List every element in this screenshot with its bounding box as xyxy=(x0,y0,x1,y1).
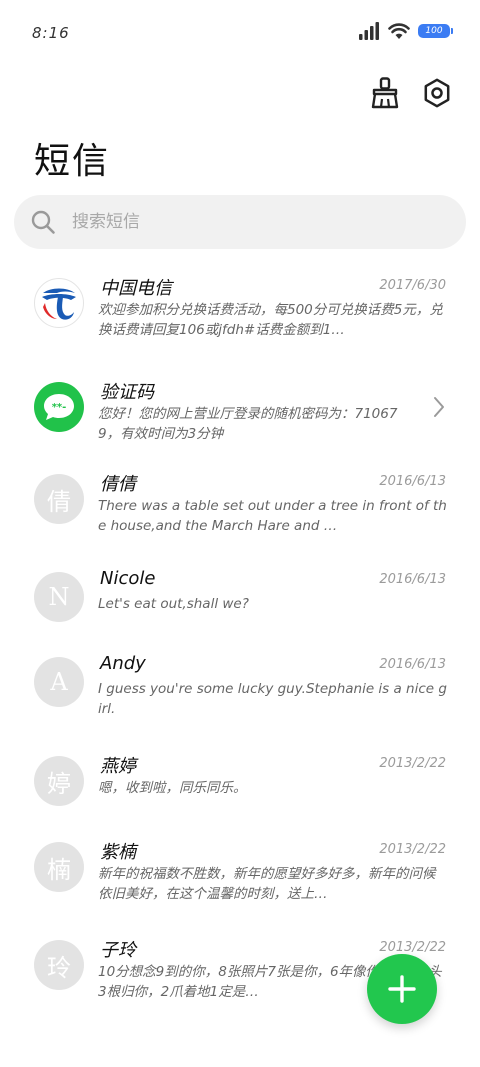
message-item-verification-code[interactable]: **- 验证码 您好！您的网上营业厅登录的随机密码为：710679，有效时间为3… xyxy=(0,382,480,466)
message-preview: I guess you're some lucky guy.Stephanie … xyxy=(98,681,447,717)
settings-icon xyxy=(424,78,450,108)
verification-code-icon: **- xyxy=(34,382,84,432)
avatar: 倩 xyxy=(34,474,84,524)
new-message-button[interactable] xyxy=(367,954,437,1024)
message-date: 2017/6/30 xyxy=(379,278,446,293)
china-telecom-icon xyxy=(42,288,76,320)
message-item[interactable]: N Nicole 2016/6/13 Let's eat out,shall w… xyxy=(0,568,480,656)
message-preview: 欢迎参加积分兑换话费活动，每500分可兑换话费5元，兑换话费请回复106或jfd… xyxy=(98,302,443,338)
message-item[interactable]: 倩 倩倩 2016/6/13 There was a table set out… xyxy=(0,474,480,558)
top-actions xyxy=(368,76,454,110)
message-sender: 验证码 xyxy=(100,382,154,403)
message-date: 2013/2/22 xyxy=(379,756,446,771)
message-preview: 新年的祝福数不胜数，新年的愿望好多好多，新年的问候依旧美好，在这个温馨的时刻，送… xyxy=(98,866,436,902)
status-icons: 100 xyxy=(358,22,453,40)
message-item[interactable]: 楠 紫楠 2013/2/22 新年的祝福数不胜数，新年的愿望好多好多，新年的问候… xyxy=(0,842,480,926)
status-bar: 8:16 100 xyxy=(0,0,480,60)
page-title: 短信 xyxy=(34,141,111,182)
message-item[interactable]: A Andy 2016/6/13 I guess you're some luc… xyxy=(0,653,480,741)
message-sender: Nicole xyxy=(100,568,156,589)
wifi-icon xyxy=(388,23,410,39)
status-time: 8:16 xyxy=(32,24,70,42)
settings-button[interactable] xyxy=(420,76,454,110)
message-preview: 嗯，收到啦，同乐同乐。 xyxy=(98,780,247,796)
plus-icon xyxy=(388,975,416,1003)
message-date: 2016/6/13 xyxy=(379,474,446,489)
message-sender: 子玲 xyxy=(100,940,136,961)
search-icon xyxy=(31,210,55,234)
clean-button[interactable] xyxy=(368,76,402,110)
message-date: 2016/6/13 xyxy=(379,572,446,587)
battery-indicator: 100 xyxy=(418,24,453,38)
china-telecom-logo xyxy=(34,278,84,328)
broom-icon xyxy=(371,77,399,109)
message-sender: Andy xyxy=(100,653,146,674)
search-bar[interactable] xyxy=(14,195,466,249)
message-sender: 中国电信 xyxy=(100,278,172,299)
svg-text:**-: **- xyxy=(52,402,67,413)
message-sender: 燕婷 xyxy=(100,756,136,777)
message-preview: Let's eat out,shall we? xyxy=(98,596,249,612)
message-sender: 倩倩 xyxy=(100,474,136,495)
message-item-china-telecom[interactable]: 中国电信 2017/6/30 欢迎参加积分兑换话费活动，每500分可兑换话费5元… xyxy=(0,278,480,362)
message-item[interactable]: 婷 燕婷 2013/2/22 嗯，收到啦，同乐同乐。 xyxy=(0,756,480,840)
message-preview: There was a table set out under a tree i… xyxy=(98,498,447,534)
message-date: 2016/6/13 xyxy=(379,657,446,672)
avatar: A xyxy=(34,657,84,707)
message-date: 2013/2/22 xyxy=(379,842,446,857)
chevron-right-icon xyxy=(434,397,444,417)
message-sender: 紫楠 xyxy=(100,842,136,863)
avatar: 婷 xyxy=(34,756,84,806)
message-preview: 您好！您的网上营业厅登录的随机密码为：710679，有效时间为3分钟 xyxy=(98,406,398,442)
avatar: N xyxy=(34,572,84,622)
chat-bubble-icon: **- xyxy=(44,394,74,420)
signal-icon xyxy=(359,22,379,40)
search-input[interactable] xyxy=(70,211,434,233)
avatar: 楠 xyxy=(34,842,84,892)
message-date: 2013/2/22 xyxy=(379,940,446,955)
avatar: 玲 xyxy=(34,940,84,990)
